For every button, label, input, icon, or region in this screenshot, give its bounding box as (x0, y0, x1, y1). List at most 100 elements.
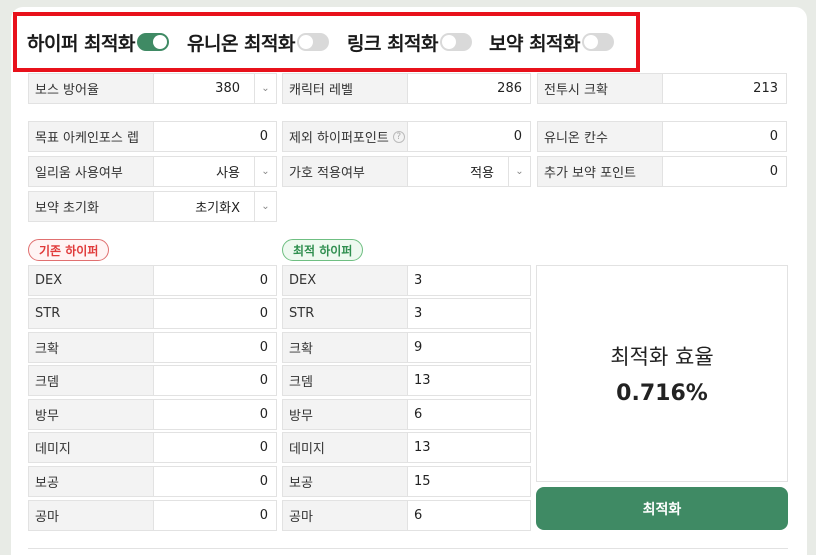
ilium-select[interactable]: 사용 ⌄ (154, 157, 276, 186)
current-hyper-row: 보공 0 (28, 466, 277, 497)
toggle-union[interactable]: 유니온 최적화 (187, 16, 329, 68)
stat-label: 크확 (283, 333, 408, 362)
toggle-hyper[interactable]: 하이퍼 최적화 (27, 16, 169, 68)
extra-potion-label: 추가 보약 포인트 (538, 157, 663, 186)
toggle-union-label: 유니온 최적화 (187, 32, 296, 55)
current-hyper-row: 크뎀 0 (28, 365, 277, 396)
optimal-hyper-row: DEX 3 (282, 265, 531, 296)
union-slots-row: 유니온 칸수 0 (537, 121, 787, 152)
excluded-hyper-row: 제외 하이퍼포인트 ? 0 (282, 121, 531, 152)
optimal-hyper-row: STR 3 (282, 298, 531, 329)
guardian-select[interactable]: 적용 ⌄ (408, 157, 530, 186)
stat-label: 공마 (29, 501, 154, 530)
char-level-row: 캐릭터 레벨 286 (282, 73, 531, 104)
efficiency-title: 최적화 효율 (610, 345, 714, 369)
stat-input[interactable]: 0 (154, 333, 276, 362)
boss-def-value: 380 (215, 81, 240, 96)
stat-label: 크확 (29, 333, 154, 362)
stat-input[interactable]: 0 (154, 501, 276, 530)
stat-input[interactable]: 0 (154, 400, 276, 429)
guardian-label: 가호 적용여부 (283, 157, 408, 186)
char-level-input[interactable]: 286 (408, 74, 530, 103)
target-arcane-row: 목표 아케인포스 렙 0 (28, 121, 277, 152)
ilium-value: 사용 (216, 166, 240, 181)
excluded-hyper-input[interactable]: 0 (408, 122, 530, 151)
stat-label: 방무 (29, 400, 154, 429)
efficiency-panel: 최적화 효율 0.716% (536, 265, 788, 482)
potion-reset-row: 보약 초기화 초기화X ⌄ (28, 191, 277, 222)
potion-reset-label: 보약 초기화 (29, 192, 154, 221)
boss-def-row: 보스 방어율 380 ⌄ (28, 73, 277, 104)
stat-label: 데미지 (283, 433, 408, 462)
union-slots-label: 유니온 칸수 (538, 122, 663, 151)
target-arcane-input[interactable]: 0 (154, 122, 276, 151)
union-slots-input[interactable]: 0 (663, 122, 786, 151)
stat-input[interactable]: 0 (154, 467, 276, 496)
char-level-label: 캐릭터 레벨 (283, 74, 408, 103)
extra-potion-input[interactable]: 0 (663, 157, 786, 186)
toggle-link[interactable]: 링크 최적화 (347, 16, 473, 68)
stat-value: 6 (414, 407, 423, 422)
stat-label: 크뎀 (283, 366, 408, 395)
stat-input[interactable]: 0 (154, 299, 276, 328)
help-icon[interactable]: ? (392, 130, 405, 143)
stat-value: 3 (414, 273, 423, 288)
toggle-potion[interactable]: 보약 최적화 (489, 16, 615, 68)
chevron-down-icon: ⌄ (254, 192, 276, 221)
current-hyper-row: STR 0 (28, 298, 277, 329)
ilium-label: 일리움 사용여부 (29, 157, 154, 186)
guardian-value: 적용 (470, 166, 494, 181)
switch-knob (442, 35, 457, 49)
current-hyper-badge: 기존 하이퍼 (28, 239, 110, 261)
stat-value: 6 (414, 508, 423, 523)
current-hyper-row: 공마 0 (28, 500, 277, 531)
stat-value: 15 (414, 474, 431, 489)
toggle-hyper-label: 하이퍼 최적화 (27, 32, 136, 55)
efficiency-value: 0.716% (616, 381, 708, 406)
optimal-hyper-row: 방무 6 (282, 399, 531, 430)
stat-input[interactable]: 0 (154, 366, 276, 395)
switch-knob (584, 35, 599, 49)
stat-label: STR (29, 299, 154, 328)
optimal-hyper-row: 공마 6 (282, 500, 531, 531)
toggle-potion-label: 보약 최적화 (489, 32, 581, 55)
current-hyper-row: DEX 0 (28, 265, 277, 296)
chevron-down-icon: ⌄ (254, 157, 276, 186)
stat-label: 방무 (283, 400, 408, 429)
stat-label: 공마 (283, 501, 408, 530)
stat-value: 3 (414, 306, 423, 321)
optimize-button[interactable]: 최적화 (536, 487, 788, 530)
toggle-union-switch[interactable] (297, 33, 329, 51)
chevron-down-icon: ⌄ (254, 74, 276, 103)
optimal-hyper-badge: 최적 하이퍼 (282, 239, 364, 261)
toggle-link-label: 링크 최적화 (347, 32, 439, 55)
stat-label: DEX (283, 266, 408, 295)
potion-reset-select[interactable]: 초기화X ⌄ (154, 192, 276, 221)
toggle-link-switch[interactable] (440, 33, 473, 51)
stat-input[interactable]: 0 (154, 433, 276, 462)
optimal-hyper-row: 크확 9 (282, 332, 531, 363)
boss-def-label: 보스 방어율 (29, 74, 154, 103)
excluded-hyper-label: 제외 하이퍼포인트 (289, 131, 389, 146)
combat-crit-row: 전투시 크확 213 (537, 73, 787, 104)
stat-value: 13 (414, 373, 431, 388)
boss-def-select[interactable]: 380 ⌄ (154, 74, 276, 103)
stat-label: 보공 (283, 467, 408, 496)
switch-knob (299, 35, 313, 49)
optimal-hyper-row: 데미지 13 (282, 432, 531, 463)
toggle-potion-switch[interactable] (582, 33, 615, 51)
combat-crit-input[interactable]: 213 (663, 74, 786, 103)
ilium-row: 일리움 사용여부 사용 ⌄ (28, 156, 277, 187)
combat-crit-label: 전투시 크확 (538, 74, 663, 103)
toggle-hyper-switch[interactable] (137, 33, 169, 51)
current-hyper-row: 크확 0 (28, 332, 277, 363)
stat-label: DEX (29, 266, 154, 295)
current-hyper-row: 방무 0 (28, 399, 277, 430)
stat-input[interactable]: 0 (154, 266, 276, 295)
target-arcane-label: 목표 아케인포스 렙 (29, 122, 154, 151)
optimal-hyper-row: 보공 15 (282, 466, 531, 497)
extra-potion-row: 추가 보약 포인트 0 (537, 156, 787, 187)
excluded-hyper-label-cell: 제외 하이퍼포인트 ? (283, 122, 408, 151)
potion-reset-value: 초기화X (195, 201, 240, 216)
optimal-hyper-row: 크뎀 13 (282, 365, 531, 396)
